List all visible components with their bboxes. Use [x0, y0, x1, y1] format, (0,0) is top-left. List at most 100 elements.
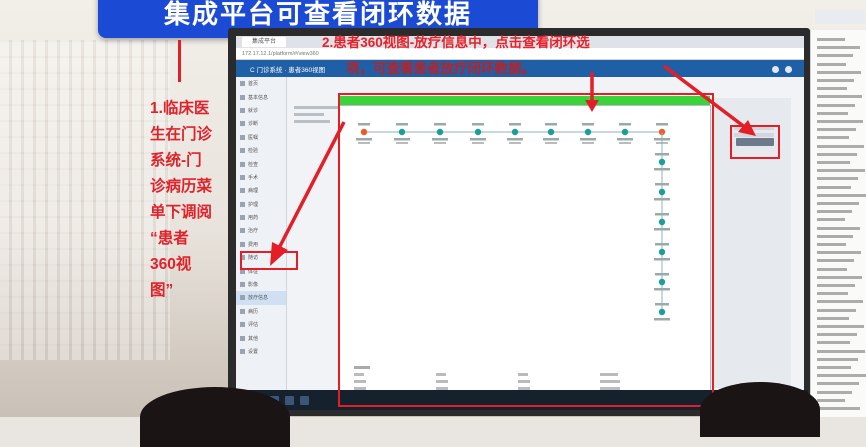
menu-item-icon — [240, 161, 245, 167]
sidebar-item-label: 医嘱 — [248, 134, 259, 141]
red-arrow — [585, 72, 599, 112]
menu-item-icon — [240, 134, 245, 140]
settings-icon[interactable] — [785, 65, 792, 73]
document-text-line — [817, 267, 847, 271]
menu-item-icon — [240, 282, 245, 288]
document-text-line — [817, 243, 846, 246]
document-text-line — [817, 111, 848, 115]
menu-item-icon — [240, 322, 245, 328]
step1-line: 单下调阅 — [150, 204, 213, 221]
red-arrow — [270, 121, 346, 266]
step1-line: 生在门诊 — [150, 126, 213, 143]
document-text-line — [817, 218, 845, 222]
menu-item-icon — [240, 94, 245, 100]
browser-tab[interactable]: 集成平台 — [242, 37, 287, 47]
sidebar-item[interactable]: 病历 — [236, 305, 286, 318]
step1-line: “患者 — [150, 230, 189, 247]
menu-item-icon — [240, 201, 245, 207]
document-text-line — [817, 292, 848, 296]
sidebar-item-label: 治疗 — [248, 228, 259, 235]
step1-annotation: 1.临床医 生在门诊 系统-门 诊病历菜 单下调阅 “患者 360视 图” — [150, 96, 240, 304]
document-text-line — [817, 185, 851, 189]
step2-annotation-line2: 项，可查看患者放疗闭环数据。 — [346, 61, 535, 76]
sidebar-item-label: 手术 — [248, 174, 259, 181]
document-text-line — [817, 226, 860, 230]
document-text-line — [817, 398, 845, 402]
sidebar-item-label: 基本信息 — [248, 94, 269, 101]
document-text-line — [817, 177, 858, 181]
document-text-line — [817, 333, 857, 337]
document-text-line — [817, 62, 846, 66]
menu-item-icon — [240, 228, 245, 234]
document-text-line — [817, 202, 859, 205]
sidebar-item[interactable]: 首页 — [236, 77, 286, 90]
sidebar-item-label: 护理 — [248, 201, 259, 208]
blurred-text-line — [294, 106, 339, 109]
document-text-line — [817, 152, 857, 156]
sidebar-item-label: 设置 — [248, 349, 259, 355]
menu-item-icon — [240, 308, 245, 314]
menu-item-icon — [240, 188, 245, 194]
document-text-line — [817, 128, 856, 132]
document-text-line — [817, 259, 854, 263]
document-text-line — [817, 169, 865, 173]
document-text-line — [817, 251, 861, 255]
document-text-line — [817, 38, 845, 41]
blurred-text-line — [294, 113, 324, 116]
menu-item-icon — [240, 174, 245, 180]
sidebar-item[interactable]: 设置 — [236, 345, 286, 358]
sidebar-item-label: 费用 — [248, 241, 259, 248]
menu-item-icon — [240, 295, 245, 301]
modal-highlight-box — [338, 93, 714, 407]
document-text-line — [817, 161, 850, 164]
menu-item-icon — [240, 241, 245, 247]
step1-line: 1.临床医 — [150, 100, 210, 117]
document-text-line — [817, 46, 860, 50]
document-text-line — [817, 193, 866, 197]
red-arrow — [662, 64, 756, 136]
sidebar-item[interactable]: 基本信息 — [236, 90, 286, 103]
document-text-line — [817, 390, 852, 394]
step2-annotation-line1: 2.患者360视图-放疗信息中，点击查看闭环选 — [322, 35, 590, 50]
document-text-line — [817, 341, 850, 345]
step1-line: 系统-门 — [150, 152, 202, 169]
document-text-line — [817, 79, 854, 82]
sidebar-item-label: 诊断 — [248, 121, 259, 128]
document-text-line — [817, 374, 866, 378]
sidebar-item-label: 用药 — [248, 215, 259, 222]
document-text-line — [817, 275, 862, 279]
sidebar-item-radiotherapy[interactable]: 放疗信息 — [236, 291, 286, 305]
document-text-line — [817, 308, 856, 312]
document-text-line — [817, 70, 861, 74]
sidebar-item[interactable]: 影像 — [236, 278, 286, 291]
document-text-line — [817, 366, 851, 369]
menu-item-icon — [240, 148, 245, 154]
sidebar-item[interactable]: 其他 — [236, 331, 286, 344]
taskbar-app-icon[interactable] — [300, 395, 309, 405]
sidebar-item-label: 检验 — [248, 148, 259, 155]
taskbar-app-icon[interactable] — [285, 395, 294, 405]
user-icon[interactable] — [772, 65, 779, 73]
sidebar-item[interactable]: 评估 — [236, 318, 286, 331]
sidebar-item-label: 其他 — [248, 335, 259, 342]
document-text-line — [817, 120, 863, 123]
sidebar-item[interactable]: 就诊 — [236, 104, 286, 117]
step1-line: 诊病历菜 — [150, 178, 213, 195]
menu-item-icon — [240, 121, 245, 127]
menu-item-icon — [240, 215, 245, 221]
document-text-line — [817, 382, 859, 386]
sidebar-item-label: 检查 — [248, 161, 259, 168]
app-header-actions — [772, 65, 792, 73]
app-title: C 门诊系统 · 患者360视图 — [250, 67, 326, 74]
document-text-line — [817, 95, 862, 99]
step1-line: 360视 — [150, 256, 192, 273]
document-text-line — [817, 87, 847, 91]
document-text-line — [817, 136, 849, 140]
document-text-line — [817, 144, 864, 148]
menu-item-icon — [240, 349, 245, 354]
document-text-line — [817, 54, 853, 58]
sidebar-item-label: 放疗信息 — [248, 295, 269, 302]
sidebar-item-label: 首页 — [248, 81, 259, 88]
sidebar-item-label: 评估 — [248, 322, 259, 329]
side-document — [810, 30, 866, 417]
